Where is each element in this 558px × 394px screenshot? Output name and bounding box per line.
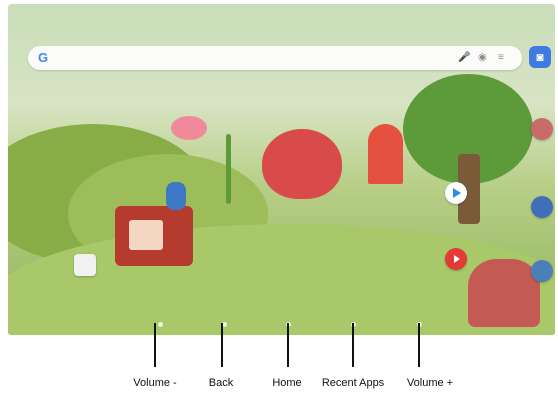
- label-home: Home: [272, 377, 302, 389]
- youtube-icon[interactable]: [445, 248, 467, 270]
- app-icon-bottom-right[interactable]: [531, 260, 553, 282]
- callout-line-volume-up: [418, 323, 420, 367]
- lens-icon[interactable]: ◉: [478, 52, 487, 63]
- callout-line-back: [221, 323, 223, 367]
- menu-icon[interactable]: ≡: [498, 52, 504, 63]
- qr-icon[interactable]: [74, 254, 96, 276]
- app-icon-top-right[interactable]: [531, 118, 553, 140]
- wallpaper-mushroom-house: [468, 259, 540, 327]
- nav-dot-volume-down[interactable]: [158, 322, 163, 327]
- wallpaper-tower: [368, 124, 403, 184]
- google-icon: G: [38, 50, 49, 65]
- camera-icon[interactable]: ◙: [529, 46, 551, 68]
- status-bar: [8, 4, 555, 18]
- tablet-screen: G 🎤 ◉ ≡ ◙: [8, 4, 555, 335]
- mic-icon[interactable]: 🎤: [458, 52, 470, 63]
- wallpaper-kid: [166, 182, 186, 210]
- label-back: Back: [208, 377, 234, 389]
- label-volume-down: Volume -: [133, 377, 177, 389]
- label-volume-up: Volume +: [406, 377, 454, 389]
- tram-window: [129, 220, 163, 250]
- app-icon-blue[interactable]: [531, 196, 553, 218]
- wallpaper-flower: [171, 116, 207, 140]
- callout-line-recent-apps: [352, 323, 354, 367]
- wallpaper-flower-stem: [226, 134, 231, 204]
- wallpaper-strawberry-house: [262, 129, 342, 199]
- wallpaper-tram: [115, 206, 193, 266]
- label-recent-apps: Recent Apps: [321, 377, 385, 389]
- callout-line-home: [287, 323, 289, 367]
- callout-line-volume-down: [154, 323, 156, 367]
- search-bar[interactable]: G 🎤 ◉ ≡: [28, 46, 522, 70]
- play-store-icon[interactable]: [445, 182, 467, 204]
